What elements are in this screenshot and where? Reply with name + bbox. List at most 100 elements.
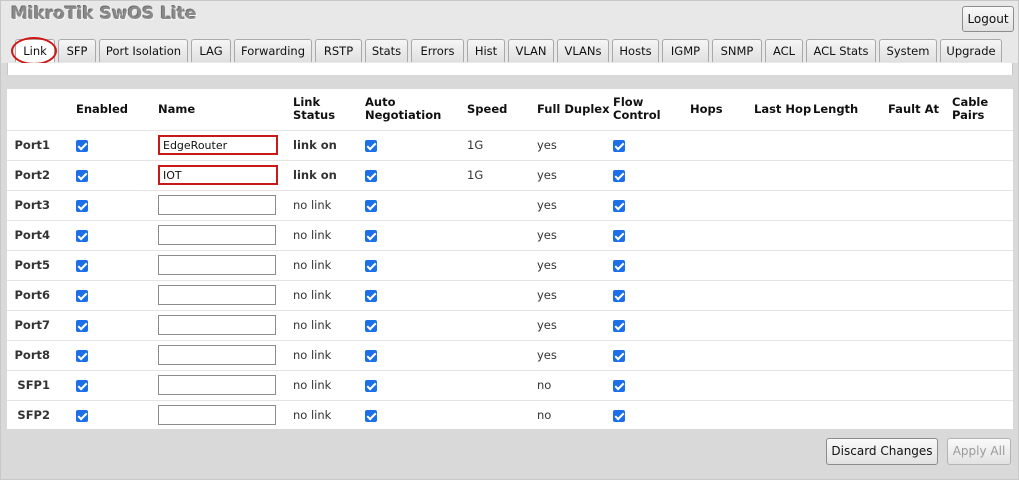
tab-lag[interactable]: LAG xyxy=(191,39,231,62)
auto-negotiation-checkbox[interactable] xyxy=(365,259,377,272)
auto-negotiation-checkbox[interactable] xyxy=(365,169,377,182)
auto-negotiation-cell xyxy=(365,309,467,340)
tab-upgrade[interactable]: Upgrade xyxy=(940,39,1002,62)
name-cell xyxy=(158,399,293,430)
enabled-checkbox[interactable] xyxy=(76,349,88,362)
discard-changes-button[interactable]: Discard Changes xyxy=(826,438,938,465)
tab-sfp[interactable]: SFP xyxy=(58,39,96,62)
flow-control-checkbox[interactable] xyxy=(613,379,625,392)
tab-hist[interactable]: Hist xyxy=(467,39,505,62)
fault-at xyxy=(888,159,952,190)
link-panel: Enabled Name Link Status Auto Negotiatio… xyxy=(7,89,1013,430)
fault-at xyxy=(888,219,952,250)
apply-all-button[interactable]: Apply All xyxy=(947,438,1011,465)
column-header-enabled: Enabled xyxy=(76,101,129,116)
flow-control-checkbox[interactable] xyxy=(613,229,625,242)
tab-forwarding[interactable]: Forwarding xyxy=(234,39,312,62)
speed xyxy=(467,189,537,220)
tab-hosts[interactable]: Hosts xyxy=(612,39,659,62)
tab-vlan[interactable]: VLAN xyxy=(508,39,554,62)
full-duplex: no xyxy=(537,369,613,400)
auto-negotiation-checkbox[interactable] xyxy=(365,289,377,302)
hops xyxy=(690,189,754,220)
column-header-port xyxy=(7,89,76,130)
link-status: link on xyxy=(293,159,365,190)
full-duplex: yes xyxy=(537,159,613,190)
logout-button[interactable]: Logout xyxy=(962,6,1014,32)
auto-negotiation-checkbox[interactable] xyxy=(365,229,377,242)
tab-port-isolation[interactable]: Port Isolation xyxy=(99,39,188,62)
tab-vlans[interactable]: VLANs xyxy=(557,39,609,62)
enabled-checkbox[interactable] xyxy=(76,229,88,242)
enabled-checkbox[interactable] xyxy=(76,199,88,212)
enabled-checkbox[interactable] xyxy=(76,319,88,332)
tab-errors[interactable]: Errors xyxy=(411,39,464,62)
name-cell xyxy=(158,369,293,400)
hops xyxy=(690,219,754,250)
speed xyxy=(467,249,537,280)
enabled-checkbox[interactable] xyxy=(76,169,88,182)
port-name-input[interactable] xyxy=(158,225,276,245)
port-name-input[interactable] xyxy=(158,405,276,426)
enabled-checkbox[interactable] xyxy=(76,409,88,422)
name-cell xyxy=(158,129,293,160)
flow-control-checkbox[interactable] xyxy=(613,349,625,362)
last-hop xyxy=(754,309,813,340)
port-name-input[interactable] xyxy=(158,345,276,365)
enabled-cell xyxy=(76,249,158,280)
port-name-input[interactable] xyxy=(158,165,278,185)
auto-negotiation-checkbox[interactable] xyxy=(365,139,377,152)
tab-acl-stats[interactable]: ACL Stats xyxy=(806,39,876,62)
auto-negotiation-cell xyxy=(365,159,467,190)
port-label: SFP2 xyxy=(7,399,76,430)
port-name-input[interactable] xyxy=(158,255,276,275)
flow-control-checkbox[interactable] xyxy=(613,169,625,182)
table-row: Port2 link on 1Gyes xyxy=(7,159,1013,190)
flow-control-cell xyxy=(613,279,690,310)
length xyxy=(813,309,888,340)
auto-negotiation-cell xyxy=(365,189,467,220)
port-name-input[interactable] xyxy=(158,315,276,335)
flow-control-checkbox[interactable] xyxy=(613,259,625,272)
tab-stats[interactable]: Stats xyxy=(365,39,408,62)
flow-control-cell xyxy=(613,339,690,370)
auto-negotiation-checkbox[interactable] xyxy=(365,199,377,212)
name-cell xyxy=(158,249,293,280)
flow-control-checkbox[interactable] xyxy=(613,139,625,152)
column-header-last-hop: Last Hop xyxy=(754,101,812,116)
flow-control-cell xyxy=(613,159,690,190)
tab-snmp[interactable]: SNMP xyxy=(712,39,762,62)
flow-control-checkbox[interactable] xyxy=(613,409,625,422)
port-name-input[interactable] xyxy=(158,375,276,395)
speed: 1G xyxy=(467,159,537,190)
last-hop xyxy=(754,399,813,430)
flow-control-checkbox[interactable] xyxy=(613,319,625,332)
tab-rstp[interactable]: RSTP xyxy=(315,39,362,62)
flow-control-checkbox[interactable] xyxy=(613,289,625,302)
tab-link[interactable]: Link xyxy=(15,39,55,62)
tab-acl[interactable]: ACL xyxy=(765,39,803,62)
table-row: Port6 no link yes xyxy=(7,279,1013,310)
auto-negotiation-checkbox[interactable] xyxy=(365,349,377,362)
enabled-checkbox[interactable] xyxy=(76,289,88,302)
port-name-input[interactable] xyxy=(158,135,278,155)
link-status: no link xyxy=(293,309,365,340)
fault-at xyxy=(888,369,952,400)
auto-negotiation-cell xyxy=(365,399,467,430)
enabled-checkbox[interactable] xyxy=(76,379,88,392)
port-name-input[interactable] xyxy=(158,285,276,305)
flow-control-checkbox[interactable] xyxy=(613,199,625,212)
enabled-checkbox[interactable] xyxy=(76,139,88,152)
table-row: Port3 no link yes xyxy=(7,189,1013,220)
port-name-input[interactable] xyxy=(158,195,276,215)
column-header-link-status: Link Status xyxy=(293,95,336,123)
full-duplex: yes xyxy=(537,189,613,220)
tab-igmp[interactable]: IGMP xyxy=(662,39,709,62)
auto-negotiation-checkbox[interactable] xyxy=(365,379,377,392)
tab-system[interactable]: System xyxy=(879,39,937,62)
auto-negotiation-checkbox[interactable] xyxy=(365,319,377,332)
cable-pairs xyxy=(952,309,1013,340)
auto-negotiation-checkbox[interactable] xyxy=(365,409,377,422)
hops xyxy=(690,249,754,280)
enabled-checkbox[interactable] xyxy=(76,259,88,272)
